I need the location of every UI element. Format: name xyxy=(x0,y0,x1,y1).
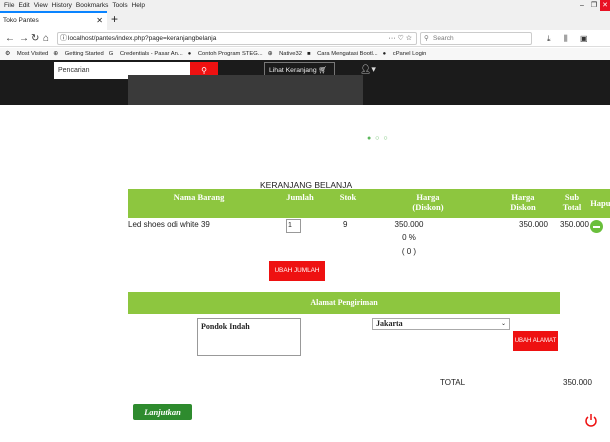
download-icon[interactable]: ⤓ xyxy=(547,31,551,46)
tab-bar: Toko Pantes ✕ + xyxy=(0,11,610,30)
header-hapus: Hapus xyxy=(590,198,610,208)
menu-bar: File Edit View History Bookmarks Tools H… xyxy=(0,0,610,11)
remove-item-icon[interactable] xyxy=(590,220,603,233)
page-actions-icon[interactable]: ··· ♡ ☆ xyxy=(389,33,412,44)
browser-search-placeholder: Search xyxy=(433,35,454,42)
site-info-icon[interactable]: ⓘ xyxy=(60,33,67,44)
menu-help[interactable]: Help xyxy=(132,2,145,9)
update-quantity-button[interactable]: UBAH JUMLAH xyxy=(269,261,325,281)
bookmark-native32-label: Native32 xyxy=(279,51,302,57)
search-icon: ⚲ xyxy=(424,35,429,42)
bookmark-cara-mengatasi[interactable]: ■ Cara Mengatasi Bootl... xyxy=(307,51,378,57)
power-icon[interactable] xyxy=(584,413,598,427)
new-tab-button[interactable]: + xyxy=(111,12,118,26)
back-icon[interactable]: ← xyxy=(5,31,15,46)
browser-search-input[interactable]: ⚲ Search xyxy=(420,32,532,45)
bookmarks-bar: ⚙ Most Visited ⊕ Getting Started G Crede… xyxy=(0,48,610,60)
chevron-down-icon: ⌄ xyxy=(500,321,506,327)
cart-table-header: Nama Barang Jumlah Stok Harga (Diskon) H… xyxy=(128,189,610,218)
header-stok: Stok xyxy=(339,192,357,202)
user-menu-icon[interactable]: 👤︎▾ xyxy=(360,64,376,75)
quantity-input[interactable]: 1 xyxy=(286,219,301,233)
bookmark-credentials[interactable]: G Credentials - Pasar An... xyxy=(109,51,183,57)
update-address-button[interactable]: UBAH ALAMAT xyxy=(513,331,558,351)
url-bar[interactable]: ⓘ localhost/pantes/index.php?page=keranj… xyxy=(57,32,417,45)
header-jumlah: Jumlah xyxy=(286,192,314,202)
item-stock: 9 xyxy=(343,220,348,229)
search-icon: ⚲ xyxy=(201,66,207,75)
url-text: localhost/pantes/index.php?page=keranjan… xyxy=(68,35,217,42)
navigation-bar: ← → ↻ ⌂ ⓘ localhost/pantes/index.php?pag… xyxy=(0,30,610,47)
view-cart-label: Lihat Keranjang xyxy=(269,67,317,74)
tab-close-icon[interactable]: ✕ xyxy=(96,13,103,28)
bookmark-native32[interactable]: ⊕ Native32 xyxy=(268,51,302,57)
forward-icon[interactable]: → xyxy=(19,31,29,46)
page-actions-dots: ··· xyxy=(388,35,396,42)
menu-edit[interactable]: Edit xyxy=(18,2,29,9)
carousel-indicators[interactable]: ● ○ ○ xyxy=(367,135,389,142)
header-subtotal: Sub Total xyxy=(562,192,582,212)
cart-icon: 🛒︎ xyxy=(318,67,328,74)
header-harga-diskon-2: Harga Diskon xyxy=(510,192,536,212)
menu-view[interactable]: View xyxy=(34,2,48,9)
item-discount-price: 350.000 xyxy=(519,220,548,229)
total-value: 350.000 xyxy=(563,378,592,387)
bookmark-credentials-label: Credentials - Pasar An... xyxy=(119,51,183,57)
city-select[interactable]: Jakarta ⌄ xyxy=(372,318,510,330)
item-name: Led shoes odi white 39 xyxy=(128,220,210,229)
total-label: TOTAL xyxy=(440,378,466,387)
home-icon[interactable]: ⌂ xyxy=(43,31,49,46)
site-search-placeholder: Pencarian xyxy=(58,67,90,74)
close-window-button[interactable]: ✕ xyxy=(600,0,610,11)
header-harga-diskon: Harga (Diskon) xyxy=(412,192,444,212)
item-discount-pct: 0 % xyxy=(402,233,416,242)
bookmark-cpanel-label: cPanel Login xyxy=(392,51,427,57)
bookmark-cara-mengatasi-label: Cara Mengatasi Bootl... xyxy=(317,51,378,57)
bookmark-contoh-program[interactable]: ● Contoh Program STEG... xyxy=(188,51,263,57)
item-discount-amount: ( 0 ) xyxy=(401,247,417,256)
tab-toko-pantes[interactable]: Toko Pantes ✕ xyxy=(0,11,107,30)
item-price: 350.000 xyxy=(394,220,424,229)
bookmark-contoh-program-label: Contoh Program STEG... xyxy=(197,51,263,57)
bookmark-cpanel[interactable]: ● cPanel Login xyxy=(383,51,427,57)
library-icon[interactable]: ⫼ xyxy=(564,31,568,46)
bookmark-most-visited[interactable]: ⚙ Most Visited xyxy=(5,51,48,57)
address-textarea[interactable]: Pondok Indah xyxy=(197,318,301,356)
city-select-value: Jakarta xyxy=(376,319,403,328)
item-subtotal: 350.000 xyxy=(560,220,589,229)
sidebar-icon[interactable]: ▣ xyxy=(580,31,588,46)
continue-button[interactable]: Lanjutkan xyxy=(133,404,192,420)
restore-button[interactable]: ❐ xyxy=(588,0,600,11)
tab-title: Toko Pantes xyxy=(3,17,39,24)
header-nama-barang: Nama Barang xyxy=(173,192,225,202)
hero-banner-image xyxy=(128,75,363,105)
menu-tools[interactable]: Tools xyxy=(112,2,127,9)
menu-history[interactable]: History xyxy=(52,2,72,9)
menu-bookmarks[interactable]: Bookmarks xyxy=(76,2,109,9)
bookmark-most-visited-label: Most Visited xyxy=(16,51,49,57)
reload-icon[interactable]: ↻ xyxy=(31,31,39,46)
menu-file[interactable]: File xyxy=(4,2,14,9)
bookmark-getting-started[interactable]: ⊕ Getting Started xyxy=(53,51,103,57)
shipping-address-header: Alamat Pengiriman xyxy=(128,292,560,314)
minimize-button[interactable]: – xyxy=(576,0,588,11)
bookmark-getting-started-label: Getting Started xyxy=(64,51,104,57)
